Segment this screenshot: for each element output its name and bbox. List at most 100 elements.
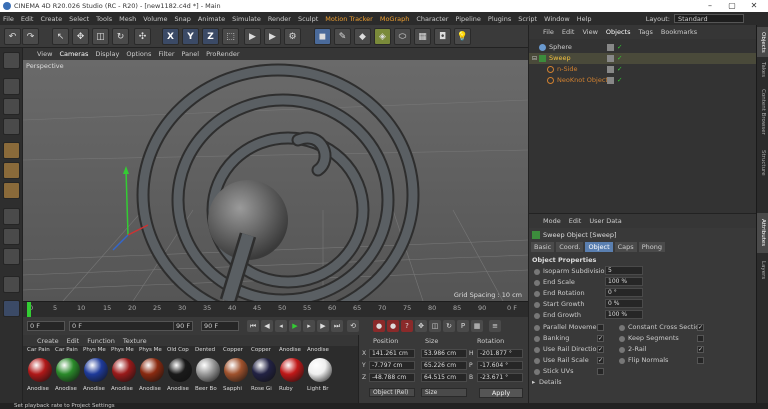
scale-key-icon[interactable]: ◫	[429, 320, 441, 332]
light-icon[interactable]: 💡	[454, 28, 471, 45]
animate-dot-icon[interactable]	[534, 347, 540, 353]
deformer-icon[interactable]: ⬭	[394, 28, 411, 45]
vtab-attributes[interactable]: Attributes	[757, 213, 768, 253]
point-level-icon[interactable]: ▦	[471, 320, 483, 332]
menu-create[interactable]: Create	[40, 15, 62, 23]
animate-dot-icon[interactable]	[534, 358, 540, 364]
rotation-p-field[interactable]: -17.604 °	[477, 361, 523, 370]
max-frame-field[interactable]: 90 F	[201, 321, 239, 331]
viewport-menu-cameras[interactable]: Cameras	[59, 50, 88, 58]
material-swatch[interactable]: Dented Beer Bo	[195, 346, 221, 400]
parallel-movement-checkbox[interactable]	[597, 324, 604, 331]
cube-object-icon[interactable]: ◼	[314, 28, 331, 45]
close-button[interactable]: ✕	[744, 0, 764, 12]
material-swatch[interactable]: Phys Me Anodise	[83, 346, 109, 400]
end-rotation-field[interactable]: 0 °	[605, 288, 643, 297]
menu-help[interactable]: Help	[577, 15, 592, 23]
play-icon[interactable]: ▶	[289, 320, 301, 332]
size-mode-dropdown[interactable]: Size	[421, 388, 467, 397]
end-scale-field[interactable]: 100 %	[605, 277, 643, 286]
go-to-start-icon[interactable]: ⏮	[247, 320, 259, 332]
vtab-objects[interactable]: Objects	[757, 27, 768, 57]
previous-key-icon[interactable]: ◀	[261, 320, 273, 332]
parameter-key-icon[interactable]: P	[457, 320, 469, 332]
maximize-button[interactable]: ▢	[722, 0, 742, 12]
details-section[interactable]: Details	[539, 378, 562, 386]
viewport-menu-filter[interactable]: Filter	[158, 50, 174, 58]
autokeying-icon[interactable]: ●	[387, 320, 399, 332]
polygons-mode-icon[interactable]	[3, 182, 20, 199]
animate-dot-icon[interactable]	[534, 269, 540, 275]
menu-file[interactable]: File	[3, 15, 14, 23]
timeline-menu-icon[interactable]: ≡	[489, 320, 501, 332]
animate-dot-icon[interactable]	[619, 325, 625, 331]
object-menu-objects[interactable]: Objects	[606, 28, 631, 36]
edit-render-settings-icon[interactable]: ⚙	[284, 28, 301, 45]
axis-mode-icon[interactable]	[3, 208, 20, 225]
object-row-sweep[interactable]: ⊟ Sweep ✓	[529, 53, 757, 64]
animate-dot-icon[interactable]	[619, 336, 625, 342]
timeline-ruler[interactable]: 0 5 10 15 20 25 30 35 40 45 50 55 60 65 …	[23, 301, 528, 317]
chevron-right-icon[interactable]: ▸	[532, 378, 535, 386]
two-rail-checkbox[interactable]: ✓	[697, 346, 704, 353]
menu-mograph[interactable]: MoGraph	[380, 15, 410, 23]
menu-sculpt[interactable]: Sculpt	[298, 15, 318, 23]
next-frame-icon[interactable]: ▸	[303, 320, 315, 332]
material-swatch[interactable]: Phys Me Anodise	[111, 346, 137, 400]
previous-frame-icon[interactable]: ◂	[275, 320, 287, 332]
menu-select[interactable]: Select	[69, 15, 89, 23]
texture-mode-icon[interactable]	[3, 98, 20, 115]
viewport-menu-display[interactable]: Display	[95, 50, 119, 58]
tab-basic[interactable]: Basic	[531, 242, 555, 252]
tab-phong[interactable]: Phong	[638, 242, 665, 252]
keyframe-selection-icon[interactable]: ?	[401, 320, 413, 332]
workplane-icon[interactable]	[3, 118, 20, 135]
rotation-h-field[interactable]: -201.877 °	[477, 349, 523, 358]
menu-volume[interactable]: Volume	[143, 15, 167, 23]
menu-motion-tracker[interactable]: Motion Tracker	[325, 15, 373, 23]
material-menu-function[interactable]: Function	[87, 337, 115, 345]
loop-icon[interactable]: ⟲	[347, 320, 359, 332]
workplane-lock-icon[interactable]	[3, 276, 20, 293]
coordinate-mode-dropdown[interactable]: Object (Rel)	[369, 388, 415, 397]
redo-icon[interactable]: ↷	[22, 28, 39, 45]
material-swatch[interactable]: Anodise Light Br	[307, 346, 333, 400]
end-growth-field[interactable]: 100 %	[605, 310, 643, 319]
animate-dot-icon[interactable]	[534, 302, 540, 308]
start-frame-field[interactable]: 0 F	[27, 321, 65, 331]
vtab-content-browser[interactable]: Content Browser	[757, 83, 768, 141]
stick-uvs-checkbox[interactable]	[597, 368, 604, 375]
position-key-icon[interactable]: ✥	[415, 320, 427, 332]
animate-dot-icon[interactable]	[619, 347, 625, 353]
enabled-check-icon[interactable]: ✓	[617, 53, 622, 64]
camera-icon[interactable]: ◘	[434, 28, 451, 45]
menu-edit[interactable]: Edit	[21, 15, 34, 23]
pen-spline-icon[interactable]: ✎	[334, 28, 351, 45]
constant-cross-section-checkbox[interactable]: ✓	[697, 324, 704, 331]
flip-normals-checkbox[interactable]	[697, 357, 704, 364]
y-axis-lock-button[interactable]: Y	[182, 28, 199, 45]
scale-icon[interactable]: ◫	[92, 28, 109, 45]
edges-mode-icon[interactable]	[3, 162, 20, 179]
object-row-neoknot[interactable]: NeoKnot Object ✓	[529, 75, 757, 86]
tab-coord[interactable]: Coord.	[556, 242, 584, 252]
menu-pipeline[interactable]: Pipeline	[455, 15, 480, 23]
position-z-field[interactable]: -48.788 cm	[369, 373, 415, 382]
vtab-takes[interactable]: Takes	[757, 59, 768, 81]
position-y-field[interactable]: -7.797 cm	[369, 361, 415, 370]
material-swatch[interactable]: Anodise Ruby	[279, 346, 305, 400]
coordinate-system-icon[interactable]: ⬚	[222, 28, 239, 45]
vtab-structure[interactable]: Structure	[757, 143, 768, 183]
isoparm-subdivision-field[interactable]: 5	[605, 266, 643, 275]
menu-mesh[interactable]: Mesh	[119, 15, 136, 23]
rotate-icon[interactable]: ↻	[112, 28, 129, 45]
material-swatch[interactable]: Car Pain Anodise	[27, 346, 53, 400]
menu-tools[interactable]: Tools	[96, 15, 112, 23]
subdivision-surface-icon[interactable]: ◆	[354, 28, 371, 45]
size-y-field[interactable]: 65.226 cm	[421, 361, 467, 370]
material-menu-texture[interactable]: Texture	[123, 337, 147, 345]
attr-menu-edit[interactable]: Edit	[569, 217, 582, 225]
z-axis-lock-button[interactable]: Z	[202, 28, 219, 45]
vtab-layers[interactable]: Layers	[757, 255, 768, 285]
object-menu-tags[interactable]: Tags	[638, 28, 652, 36]
